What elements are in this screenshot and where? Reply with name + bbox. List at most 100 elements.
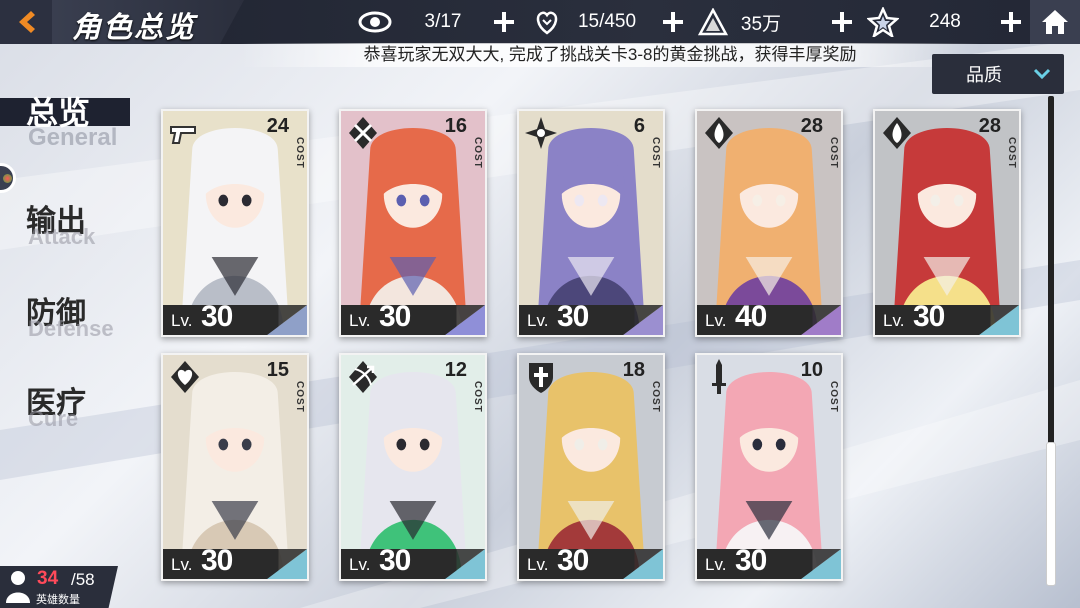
character-card[interactable]: 15 COST Lv. 30 (161, 353, 309, 581)
card-cost: 28 (800, 115, 823, 137)
sort-label: 品质 (966, 65, 1002, 85)
resource-hearts: 15/450 (530, 0, 636, 44)
nav-tab-sublabel: Cure (28, 406, 79, 431)
back-button[interactable] (0, 0, 52, 44)
add-star-button[interactable] (998, 9, 1024, 35)
level-bar-corner (267, 305, 307, 335)
level-label: Lv. (349, 555, 371, 574)
character-card[interactable]: 18 COST Lv. 30 (517, 353, 665, 581)
character-card[interactable]: 24 COST Lv. 30 (161, 109, 309, 337)
resource-value: 248 (929, 11, 961, 32)
level-value: 30 (735, 544, 767, 577)
card-cost-label: COST (650, 137, 661, 169)
scrollbar-thumb[interactable] (1046, 442, 1056, 586)
level-label: Lv. (527, 555, 549, 574)
level-label: Lv. (883, 311, 905, 330)
nav-tab-defense[interactable]: 防御 Defense (0, 286, 150, 346)
level-value: 30 (557, 300, 589, 333)
level-label: Lv. (349, 311, 371, 330)
crossed-swords-icon (349, 117, 377, 149)
nav-tab-sublabel: Attack (28, 224, 96, 249)
sort-dropdown[interactable]: 品质 (932, 54, 1064, 94)
character-card[interactable]: 28 COST Lv. 40 (695, 109, 843, 337)
heart-wings-icon (171, 361, 199, 393)
hero-count-label: 英雄数量 (36, 594, 80, 606)
level-bar-corner (445, 305, 485, 335)
level-bar-corner (801, 549, 841, 579)
level-value: 30 (201, 544, 233, 577)
hero-count-max: /58 (71, 570, 95, 589)
bow-arrow-icon (349, 361, 377, 393)
level-label: Lv. (171, 311, 193, 330)
level-bar-corner (445, 549, 485, 579)
flame-icon (883, 117, 911, 149)
card-cost-label: COST (294, 137, 305, 169)
level-value: 30 (557, 544, 589, 577)
nav-tab-sublabel: Defense (28, 316, 114, 341)
add-stamina-button[interactable] (491, 9, 517, 35)
page-title: 角色总览 (72, 12, 197, 44)
card-cost: 18 (622, 359, 645, 381)
level-label: Lv. (171, 555, 193, 574)
resource-value: 3/17 (424, 11, 462, 32)
card-cost-label: COST (294, 381, 305, 413)
nav-tab-attack[interactable]: 输出 Attack (0, 194, 150, 254)
person-icon (6, 571, 30, 603)
resource-value: 15/450 (577, 11, 637, 32)
home-icon (1042, 10, 1068, 34)
level-value: 30 (913, 300, 945, 333)
home-button[interactable] (1030, 0, 1080, 44)
character-card[interactable]: 10 COST Lv. 30 (695, 353, 843, 581)
add-hearts-button[interactable] (660, 9, 686, 35)
card-cost-label: COST (828, 381, 839, 413)
card-cost-label: COST (1006, 137, 1017, 169)
character-card[interactable]: 6 COST Lv. 30 (517, 109, 665, 337)
level-bar-corner (623, 549, 663, 579)
level-value: 30 (379, 544, 411, 577)
back-arrow-icon (19, 11, 35, 33)
level-value: 40 (735, 300, 767, 333)
eye-icon (358, 5, 392, 39)
card-cost: 16 (444, 115, 467, 137)
card-cost: 28 (978, 115, 1001, 137)
level-label: Lv. (705, 555, 727, 574)
dagger-icon (712, 359, 726, 394)
character-card[interactable]: 12 COST Lv. 30 (339, 353, 487, 581)
announcement-marquee: 恭喜玩家无双大大, 完成了挑战关卡3-8的黄金挑战，获得丰厚奖励 (240, 43, 980, 67)
level-label: Lv. (527, 311, 549, 330)
card-cost-label: COST (828, 137, 839, 169)
level-bar-corner (979, 305, 1019, 335)
card-cost: 10 (800, 359, 823, 381)
card-cost: 12 (444, 359, 467, 381)
card-cost: 6 (633, 115, 645, 137)
character-card[interactable]: 28 COST Lv. 30 (873, 109, 1021, 337)
level-value: 30 (201, 300, 233, 333)
cross-shield-icon (529, 363, 553, 393)
nav-tab-general[interactable]: 总览 General (0, 86, 150, 151)
add-crystal-button[interactable] (829, 9, 855, 35)
nav-tab-label: 总览 (26, 95, 91, 131)
flame-icon (705, 117, 733, 149)
card-cost-label: COST (472, 381, 483, 413)
level-bar-corner (267, 549, 307, 579)
hero-count: 34 /58 英雄数量 (0, 566, 130, 608)
nav-tab-cure[interactable]: 医疗 Cure (0, 376, 150, 436)
resource-crystal: 35万 (696, 0, 781, 44)
chevron-down-icon (1033, 68, 1051, 80)
resource-value: 35万 (740, 13, 782, 35)
card-cost-label: COST (472, 137, 483, 169)
level-value: 30 (379, 300, 411, 333)
hero-count-current: 34 (37, 568, 59, 589)
level-bar-corner (801, 305, 841, 335)
card-cost: 24 (266, 115, 289, 137)
card-cost: 15 (266, 359, 289, 381)
pistol-icon (170, 126, 196, 144)
level-bar-corner (623, 305, 663, 335)
resource-stamina: 3/17 (358, 0, 461, 44)
character-card[interactable]: 16 COST Lv. 30 (339, 109, 487, 337)
card-cost-label: COST (650, 381, 661, 413)
resource-star: 248 (866, 0, 961, 44)
shuriken-icon (525, 117, 557, 149)
notification-dot (0, 163, 16, 193)
level-label: Lv. (705, 311, 727, 330)
